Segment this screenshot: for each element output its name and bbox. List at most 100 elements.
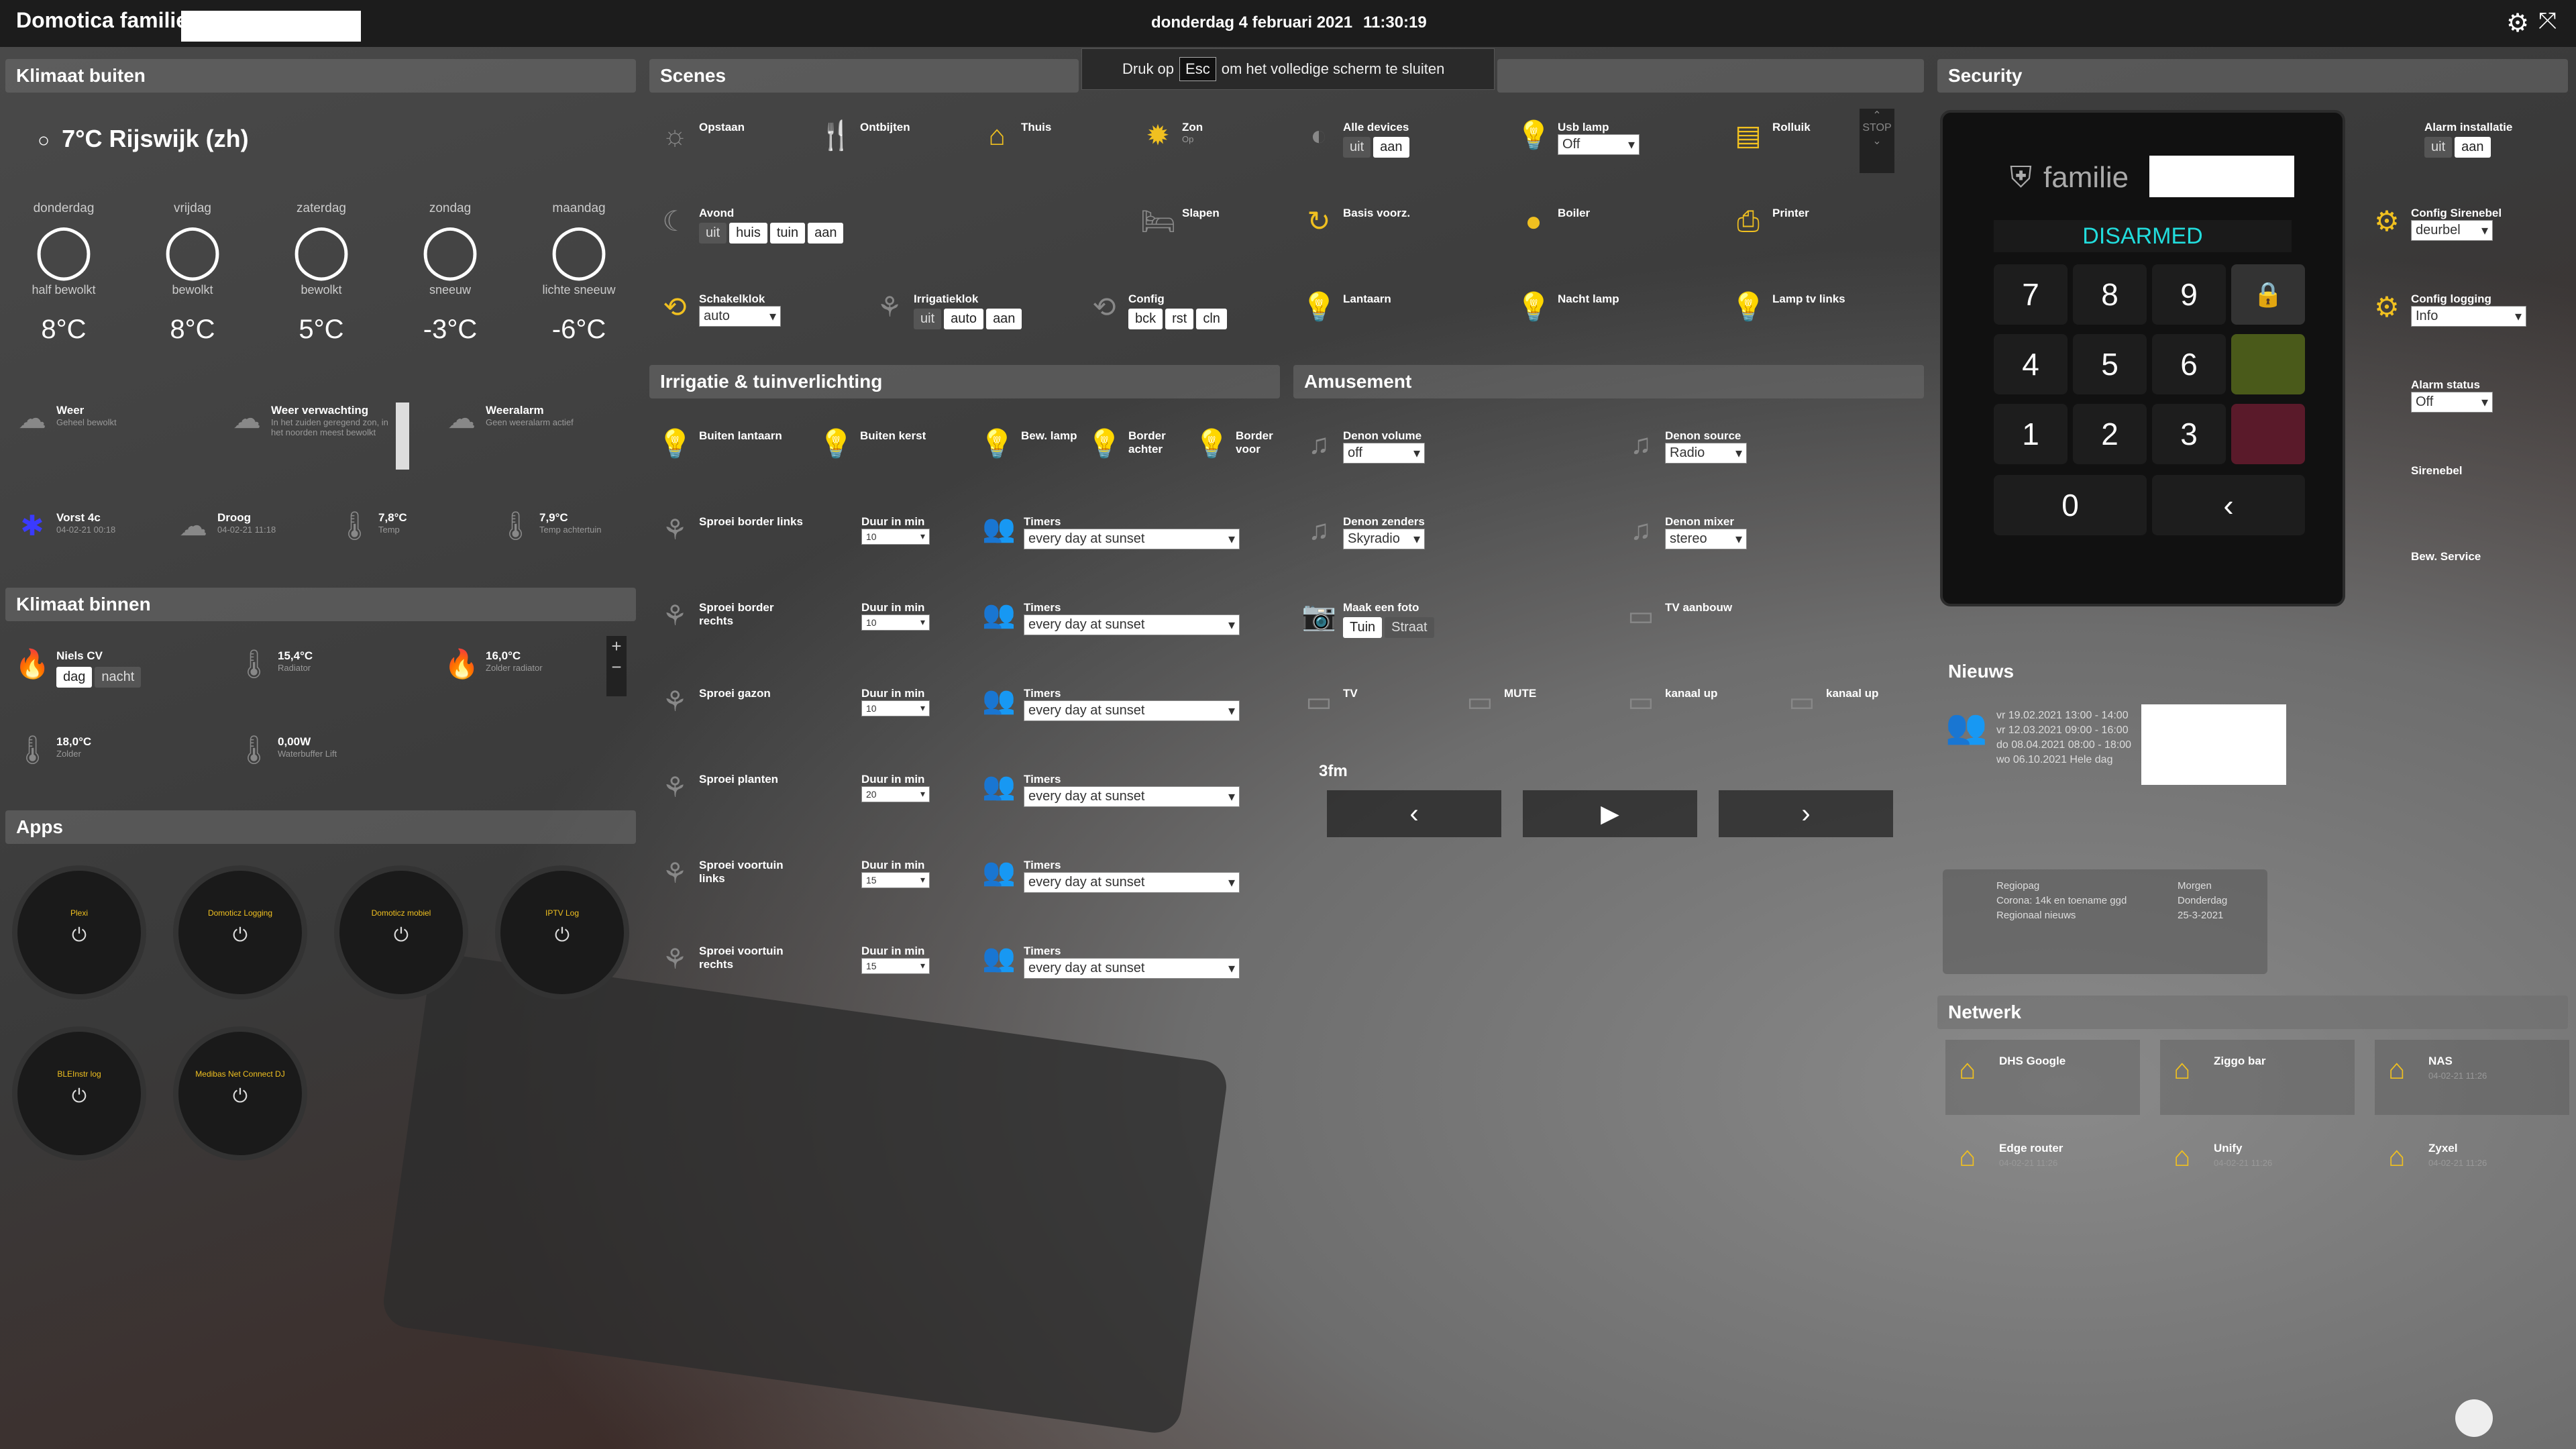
- sirene-select[interactable]: deurbel: [2411, 220, 2493, 241]
- lock-icon[interactable]: 🔒: [2231, 264, 2305, 325]
- duur-select[interactable]: 15: [861, 872, 930, 888]
- source-select[interactable]: Radio: [1665, 443, 1747, 464]
- keypad-key[interactable]: 5: [2073, 334, 2147, 394]
- aan-button[interactable]: aan: [808, 223, 844, 244]
- zoom-control[interactable]: + −: [606, 636, 627, 696]
- bulb-icon: 💡: [1516, 119, 1552, 151]
- tile-name: Edge router: [1999, 1142, 2063, 1155]
- music-icon: ♫: [1630, 514, 1652, 545]
- power-icon: ⏻: [232, 1085, 248, 1106]
- rain-cloud-icon: ☁: [179, 510, 207, 541]
- network-device-tile[interactable]: ⌂ DHS Google: [1945, 1040, 2140, 1115]
- app-launcher[interactable]: Plexi ⏻: [12, 865, 146, 1000]
- tile-sub: 04-02-21 11:26: [1999, 1158, 2058, 1168]
- timer-select[interactable]: every day at sunset: [1024, 614, 1240, 635]
- shield-icon: [2369, 376, 2404, 411]
- app-launcher[interactable]: Domoticz mobiel ⏻: [334, 865, 468, 1000]
- usb-lamp-select[interactable]: Off: [1558, 134, 1640, 155]
- keypad-key[interactable]: 1: [1994, 404, 2068, 464]
- nacht-button[interactable]: nacht: [95, 667, 142, 688]
- duur-select[interactable]: 10: [861, 529, 930, 545]
- network-device-tile[interactable]: ⌂ Ziggo bar: [2160, 1040, 2355, 1115]
- tile-name: Weer: [56, 404, 85, 417]
- app-launcher[interactable]: IPTV Log ⏻: [495, 865, 629, 1000]
- straat-button[interactable]: Straat: [1385, 617, 1434, 638]
- mixer-select[interactable]: stereo: [1665, 529, 1747, 549]
- tuin-button[interactable]: tuin: [769, 223, 806, 244]
- keypad-key[interactable]: 7: [1994, 264, 2068, 325]
- alarm-status-select[interactable]: Off: [2411, 392, 2493, 413]
- news-card[interactable]: Regiopag Corona: 14k en toename ggd Regi…: [1943, 869, 2267, 974]
- tile-sub: 04-02-21 11:26: [2428, 1071, 2487, 1081]
- logging-select[interactable]: Info: [2411, 306, 2526, 327]
- volume-select[interactable]: off: [1343, 443, 1425, 464]
- tile-name: Irrigatieklok: [914, 292, 979, 305]
- tile-name: Boiler: [1558, 207, 1591, 219]
- play-button[interactable]: ▶: [1523, 790, 1697, 837]
- uit-button[interactable]: uit: [914, 309, 942, 329]
- duur-select[interactable]: 20: [861, 786, 930, 802]
- prev-button[interactable]: ‹: [1327, 790, 1501, 837]
- gear-icon[interactable]: ⚙: [2506, 8, 2529, 38]
- tile-sub: Geen weeralarm actief: [486, 417, 574, 427]
- stop-control[interactable]: ⌃ STOP ⌄: [1860, 109, 1894, 173]
- arm-away-button[interactable]: [2231, 404, 2305, 464]
- keypad-key[interactable]: 9: [2152, 264, 2226, 325]
- app-launcher[interactable]: Medibas Net Connect DJ ⏻: [173, 1026, 307, 1161]
- scrollbar[interactable]: [396, 402, 409, 470]
- zenders-select[interactable]: Skyradio: [1343, 529, 1425, 549]
- arm-home-button[interactable]: [2231, 334, 2305, 394]
- backspace-key[interactable]: ‹: [2152, 475, 2305, 535]
- aan-button[interactable]: aan: [1373, 137, 1409, 158]
- keypad-key[interactable]: 8: [2073, 264, 2147, 325]
- timer-select[interactable]: every day at sunset: [1024, 786, 1240, 807]
- thermometer-icon: 🌡: [236, 648, 272, 680]
- keypad-key[interactable]: 3: [2152, 404, 2226, 464]
- schakelklok-select[interactable]: auto: [699, 306, 781, 327]
- fullscreen-icon[interactable]: ⤧: [2538, 8, 2557, 34]
- timers-label: Timers: [1024, 859, 1061, 871]
- title-input[interactable]: [181, 11, 361, 42]
- duur-select[interactable]: 15: [861, 958, 930, 974]
- network-device-tile[interactable]: ⌂ Zyxel 04-02-21 11:26: [2375, 1127, 2569, 1202]
- news-card-text: Corona: 14k en toename ggd: [1996, 895, 2127, 906]
- duur-select[interactable]: 10: [861, 700, 930, 716]
- bck-button[interactable]: bck: [1128, 309, 1163, 329]
- cln-button[interactable]: cln: [1196, 309, 1227, 329]
- timer-select[interactable]: every day at sunset: [1024, 872, 1240, 893]
- next-button[interactable]: ›: [1719, 790, 1893, 837]
- shield-icon: [2383, 118, 2418, 153]
- app-launcher[interactable]: Domoticz Logging ⏻: [173, 865, 307, 1000]
- keypad-key[interactable]: 4: [1994, 334, 2068, 394]
- aan-button[interactable]: aan: [986, 309, 1022, 329]
- tv-icon: ▭: [1788, 686, 1815, 717]
- code-input[interactable]: [2149, 156, 2294, 197]
- network-device-tile[interactable]: ⌂ Edge router 04-02-21 11:26: [1945, 1127, 2140, 1202]
- network-device-tile[interactable]: ⌂ NAS 04-02-21 11:26: [2375, 1040, 2569, 1115]
- auto-button[interactable]: auto: [944, 309, 984, 329]
- timer-select[interactable]: every day at sunset: [1024, 700, 1240, 721]
- keypad-key[interactable]: 6: [2152, 334, 2226, 394]
- network-device-tile[interactable]: ⌂ Unify 04-02-21 11:26: [2160, 1127, 2355, 1202]
- aan-button[interactable]: aan: [2455, 137, 2491, 158]
- uit-button[interactable]: uit: [2424, 137, 2453, 158]
- timer-select[interactable]: every day at sunset: [1024, 529, 1240, 549]
- rst-button[interactable]: rst: [1165, 309, 1194, 329]
- duur-label: Duur in min: [861, 601, 925, 614]
- uit-button[interactable]: uit: [1343, 137, 1371, 158]
- forecast-desc: bewolkt: [301, 283, 342, 297]
- duur-select[interactable]: 10: [861, 614, 930, 631]
- tv-icon: ▭: [1627, 600, 1654, 631]
- sproei-row: ⚘ Sproei border rechts Duur in min10 👥 T…: [657, 598, 1261, 665]
- tuin-button[interactable]: Tuin: [1343, 617, 1383, 638]
- section-klimaat-binnen: Klimaat binnen: [5, 588, 636, 621]
- uit-button[interactable]: uit: [699, 223, 727, 244]
- duur-label: Duur in min: [861, 515, 925, 528]
- floating-button[interactable]: [2455, 1399, 2493, 1437]
- keypad-key[interactable]: 2: [2073, 404, 2147, 464]
- huis-button[interactable]: huis: [729, 223, 767, 244]
- dag-button[interactable]: dag: [56, 667, 93, 688]
- app-launcher[interactable]: BLEInstr log ⏻: [12, 1026, 146, 1161]
- timer-select[interactable]: every day at sunset: [1024, 958, 1240, 979]
- keypad-key[interactable]: 0: [1994, 475, 2147, 535]
